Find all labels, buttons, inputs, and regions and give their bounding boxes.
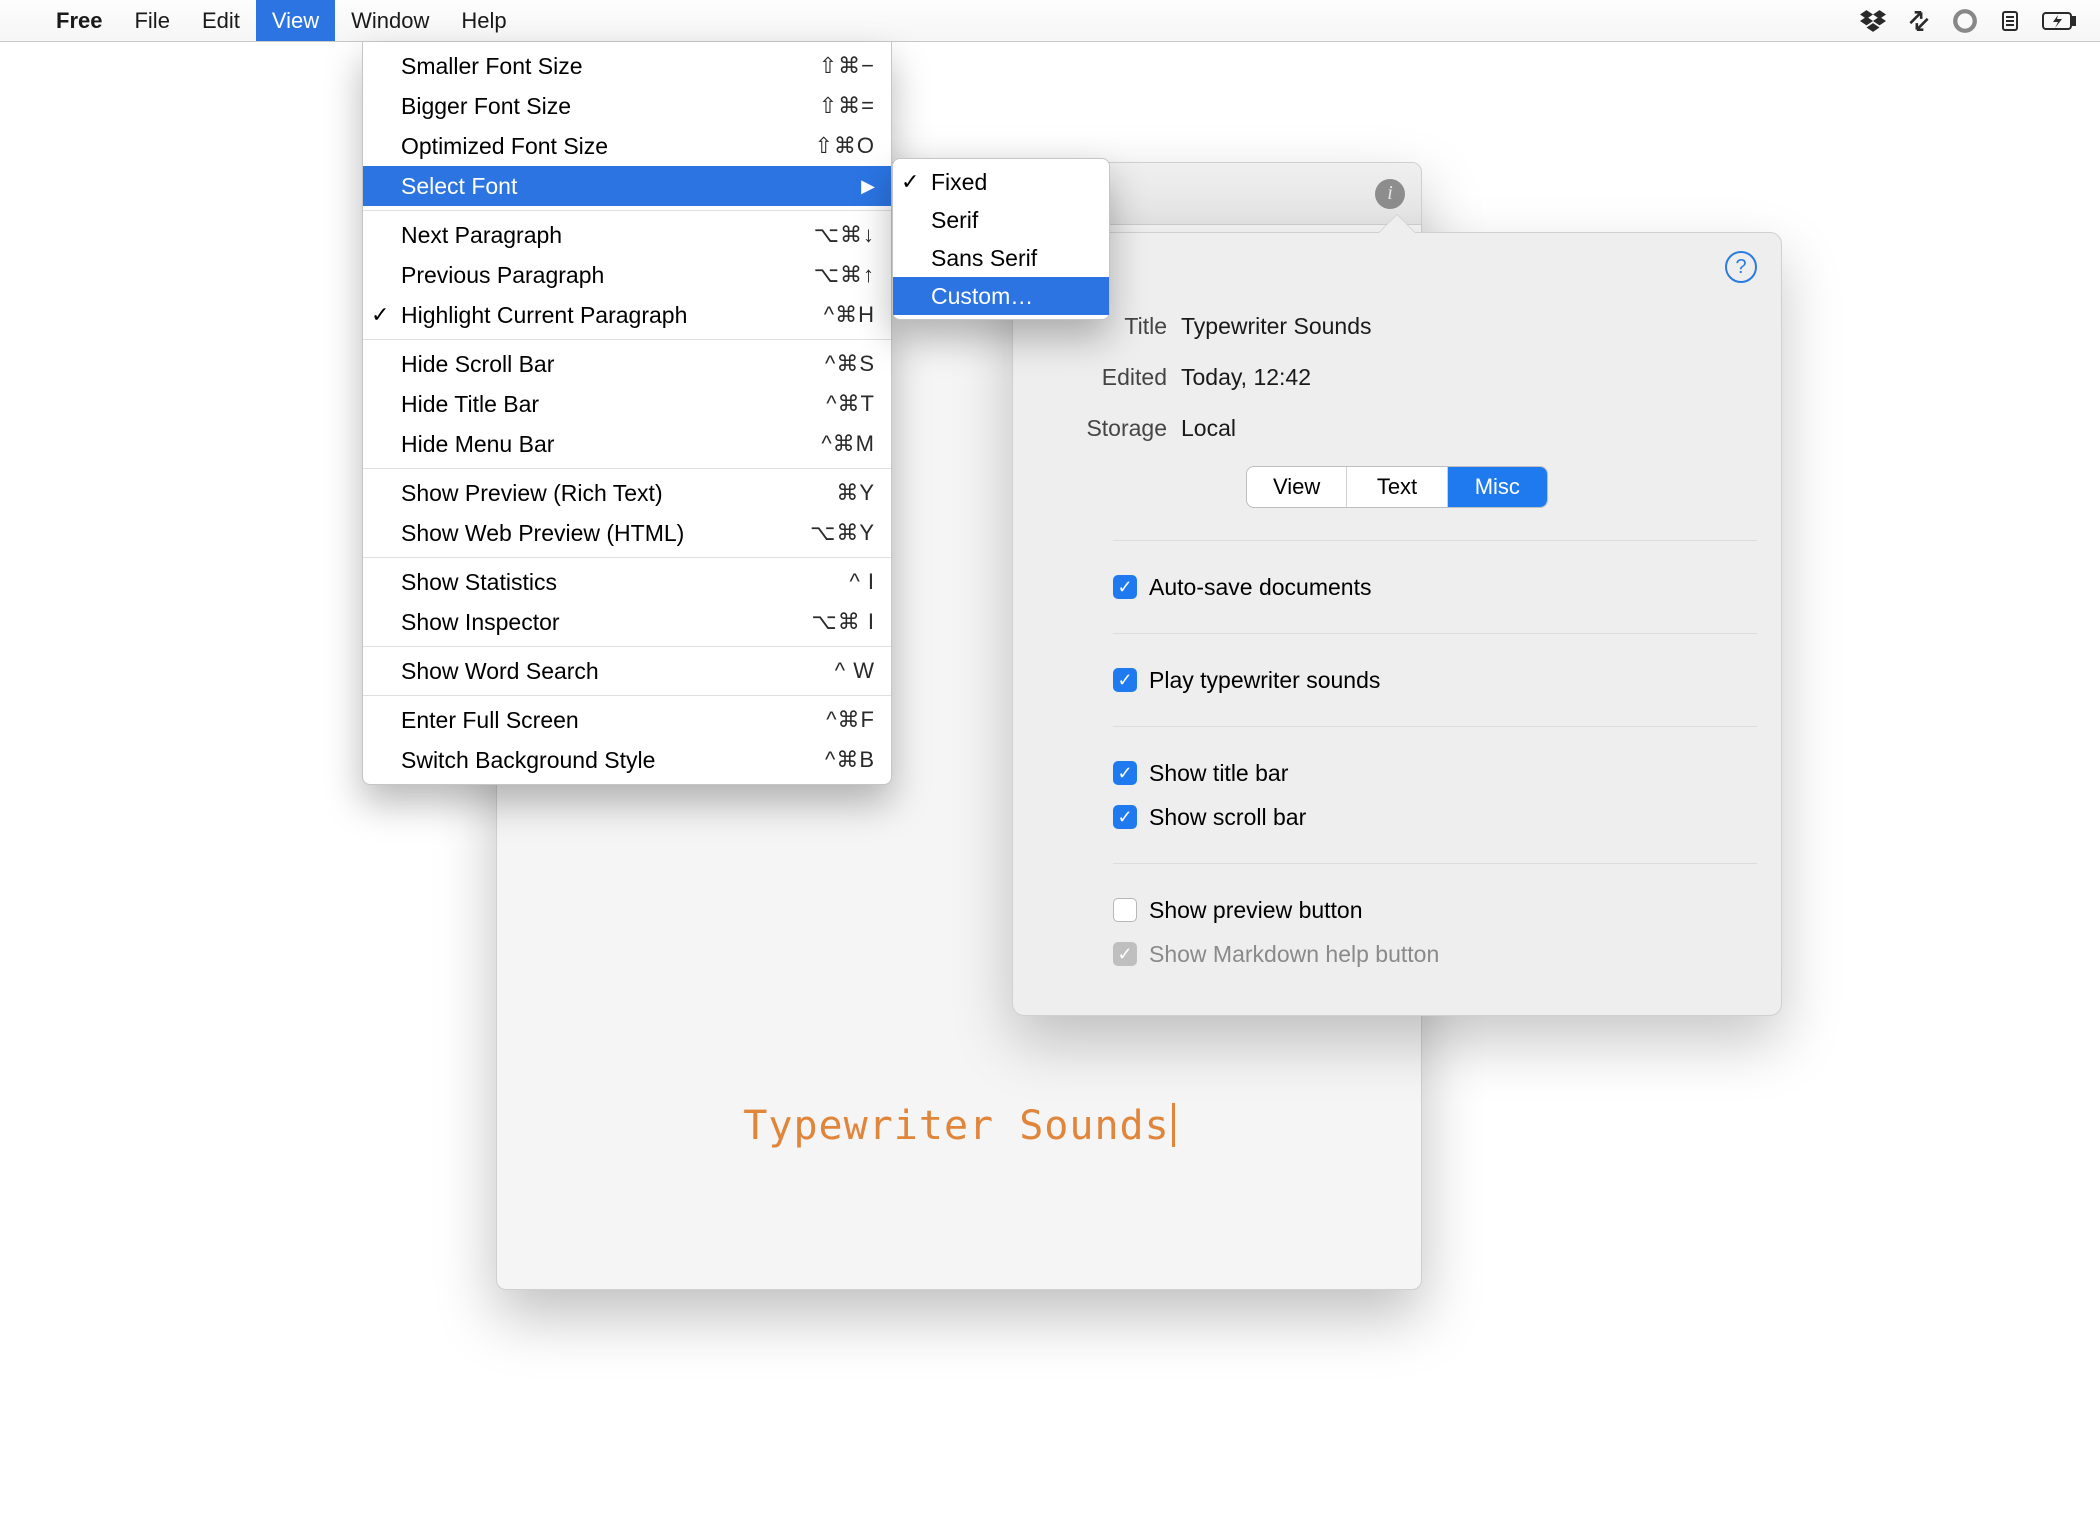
dropbox-icon[interactable] [1860, 8, 1886, 34]
app-menu[interactable]: Free [40, 0, 118, 41]
checkbox-icon: ✓ [1113, 575, 1137, 599]
tab-misc[interactable]: Misc [1448, 467, 1547, 507]
menu-bigger-font[interactable]: Bigger Font Size ⇧⌘= [363, 86, 891, 126]
checkmark-icon: ✓ [371, 302, 389, 328]
inspector-tabs: View Text Misc [1246, 466, 1548, 508]
check-markdown: ✓ Show Markdown help button [1113, 932, 1757, 976]
text-cursor [1172, 1103, 1175, 1147]
tab-text[interactable]: Text [1347, 467, 1447, 507]
menu-hide-titlebar[interactable]: Hide Title Bar ^⌘T [363, 384, 891, 424]
document-text: Typewriter Sounds [497, 1103, 1421, 1149]
check-preview-label: Show preview button [1149, 897, 1363, 924]
checkbox-icon: ✓ [1113, 761, 1137, 785]
submenu-custom[interactable]: Custom… [893, 277, 1109, 315]
submenu-arrow-icon: ▶ [861, 176, 875, 197]
menu-file[interactable]: File [118, 0, 185, 41]
meta-storage-label: Storage [1037, 415, 1167, 442]
meta-edited-value: Today, 12:42 [1181, 364, 1757, 391]
help-icon[interactable]: ? [1725, 251, 1757, 283]
check-scrollbar[interactable]: ✓ Show scroll bar [1113, 795, 1757, 839]
menu-show-web-preview[interactable]: Show Web Preview (HTML) ⌥⌘Y [363, 513, 891, 553]
battery-icon[interactable] [2042, 11, 2076, 31]
submenu-serif[interactable]: Serif [893, 201, 1109, 239]
menu-optimized-font[interactable]: Optimized Font Size ⇧⌘O [363, 126, 891, 166]
menu-previous-paragraph[interactable]: Previous Paragraph ⌥⌘↑ [363, 255, 891, 295]
check-typewriter[interactable]: ✓ Play typewriter sounds [1113, 658, 1757, 702]
info-icon[interactable]: i [1375, 179, 1405, 209]
checkbox-icon: ✓ [1113, 942, 1137, 966]
status-icons [1860, 8, 2100, 34]
circle-icon[interactable] [1952, 8, 1978, 34]
submenu-fixed[interactable]: ✓ Fixed [893, 163, 1109, 201]
check-autosave-label: Auto-save documents [1149, 574, 1371, 601]
check-autosave[interactable]: ✓ Auto-save documents [1113, 565, 1757, 609]
menu-smaller-font[interactable]: Smaller Font Size ⇧⌘− [363, 46, 891, 86]
check-markdown-label: Show Markdown help button [1149, 941, 1439, 968]
menu-show-statistics[interactable]: Show Statistics ^ I [363, 562, 891, 602]
menu-switch-bg[interactable]: Switch Background Style ^⌘B [363, 740, 891, 780]
submenu-sans-serif[interactable]: Sans Serif [893, 239, 1109, 277]
checkmark-icon: ✓ [901, 169, 919, 195]
checkbox-icon: ✓ [1113, 805, 1137, 829]
menu-show-word-search[interactable]: Show Word Search ^ W [363, 651, 891, 691]
menu-view[interactable]: View [256, 0, 335, 41]
menu-next-paragraph[interactable]: Next Paragraph ⌥⌘↓ [363, 215, 891, 255]
menu-help[interactable]: Help [445, 0, 522, 41]
meta-storage-value: Local [1181, 415, 1757, 442]
menu-full-screen[interactable]: Enter Full Screen ^⌘F [363, 700, 891, 740]
menubar: Free File Edit View Window Help [0, 0, 2100, 42]
meta-title-value: Typewriter Sounds [1181, 313, 1757, 340]
check-scrollbar-label: Show scroll bar [1149, 804, 1306, 831]
menu-hide-menubar[interactable]: Hide Menu Bar ^⌘M [363, 424, 891, 464]
checkbox-icon: ✓ [1113, 668, 1137, 692]
tab-view[interactable]: View [1247, 467, 1347, 507]
checkbox-icon [1113, 898, 1137, 922]
inspector-popover: ector ? Title Typewriter Sounds Edited T… [1012, 232, 1782, 1016]
menu-edit[interactable]: Edit [186, 0, 256, 41]
check-titlebar-label: Show title bar [1149, 760, 1288, 787]
check-typewriter-label: Play typewriter sounds [1149, 667, 1380, 694]
view-menu-dropdown: Smaller Font Size ⇧⌘− Bigger Font Size ⇧… [362, 42, 892, 785]
select-font-submenu: ✓ Fixed Serif Sans Serif Custom… [892, 158, 1110, 320]
menu-window[interactable]: Window [335, 0, 445, 41]
menu-highlight-paragraph[interactable]: ✓ Highlight Current Paragraph ^⌘H [363, 295, 891, 335]
menu-show-preview[interactable]: Show Preview (Rich Text) ⌘Y [363, 473, 891, 513]
check-preview[interactable]: Show preview button [1113, 888, 1757, 932]
clipboard-icon[interactable] [1998, 8, 2022, 34]
meta-edited-label: Edited [1037, 364, 1167, 391]
menu-show-inspector[interactable]: Show Inspector ⌥⌘ I [363, 602, 891, 642]
check-titlebar[interactable]: ✓ Show title bar [1113, 751, 1757, 795]
menu-select-font[interactable]: Select Font ▶ [363, 166, 891, 206]
menu-hide-scrollbar[interactable]: Hide Scroll Bar ^⌘S [363, 344, 891, 384]
sync-icon[interactable] [1906, 8, 1932, 34]
